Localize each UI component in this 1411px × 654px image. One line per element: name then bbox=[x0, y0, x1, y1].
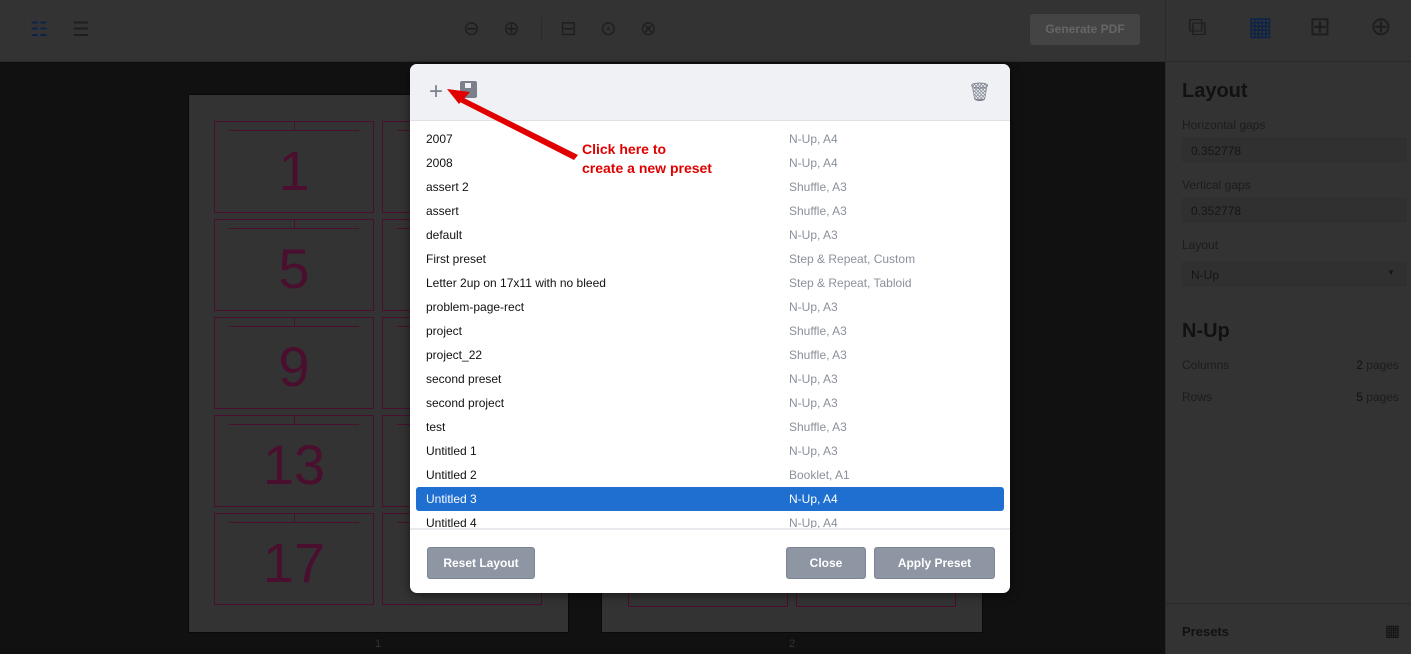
annotation-arrow bbox=[447, 89, 578, 160]
annotation-line-2: create a new preset bbox=[582, 160, 712, 176]
annotation-line-1: Click here to bbox=[582, 141, 667, 157]
annotation-callout: Click here to create a new preset bbox=[582, 140, 712, 178]
